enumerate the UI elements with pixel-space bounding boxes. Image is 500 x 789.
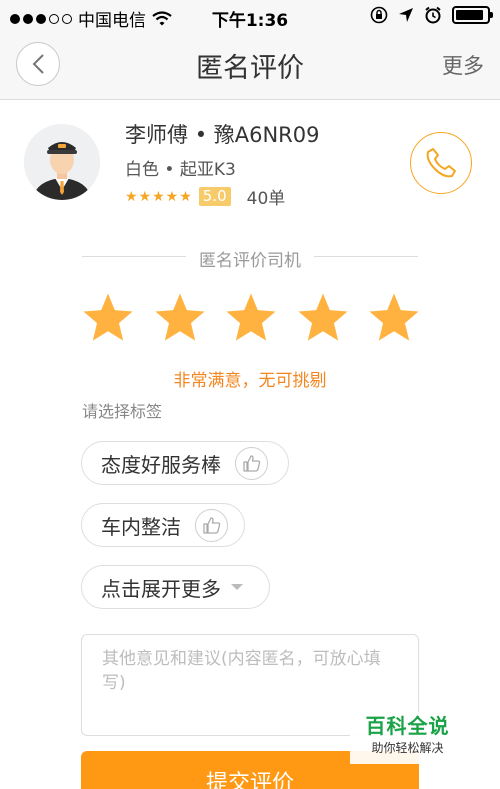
page-title: 匿名评价	[196, 53, 304, 84]
watermark-logo: 百科全说 助你轻松解决	[350, 712, 465, 764]
thumbs-up-icon	[195, 508, 228, 542]
car-model: 起亚K3	[179, 160, 236, 180]
driver-rating: ★★★★★ 5.0 40单	[125, 184, 285, 209]
tag-label: 态度好服务棒	[101, 452, 221, 477]
expand-more-label: 点击展开更多	[101, 576, 221, 601]
rating-section-divider: 匿名评价司机	[82, 246, 418, 271]
divider-line	[314, 256, 418, 257]
star-rating	[80, 290, 422, 348]
rating-result-text: 非常满意，无可挑剔	[173, 371, 327, 391]
watermark-title: 百科全说	[365, 714, 450, 738]
rotation-lock-icon	[370, 6, 388, 24]
separator-dot: •	[194, 123, 214, 147]
rating-star-5-icon[interactable]	[366, 290, 422, 346]
status-right	[370, 6, 493, 24]
caret-down-icon	[231, 584, 243, 590]
tag-good-service[interactable]: 态度好服务棒	[81, 441, 289, 485]
battery-icon	[452, 6, 493, 24]
driver-stars-icon: ★★★★★	[125, 188, 193, 205]
car-color: 白色	[125, 160, 159, 180]
driver-car-info: 白色 • 起亚K3	[125, 155, 236, 180]
rating-star-3-icon[interactable]	[223, 290, 279, 346]
tags-prompt: 请选择标签	[82, 402, 163, 421]
driver-avatar	[24, 124, 100, 200]
rating-star-2-icon[interactable]	[152, 290, 208, 346]
license-plate: 豫A6NR09	[213, 123, 320, 147]
driver-score-badge: 5.0	[198, 187, 231, 206]
battery-fill	[456, 10, 483, 20]
tag-label: 车内整洁	[101, 514, 181, 539]
driver-avatar-icon	[24, 124, 100, 200]
rating-section-label: 匿名评价司机	[199, 251, 301, 271]
rating-star-4-icon[interactable]	[295, 290, 351, 346]
separator-dot: •	[164, 160, 180, 180]
driver-title: 李师傅 • 豫A6NR09	[125, 119, 320, 149]
call-driver-button[interactable]	[410, 132, 472, 194]
thumbs-up-icon	[235, 446, 268, 480]
status-bar: 中国电信 下午1:36	[0, 0, 500, 34]
watermark-subtitle: 助你轻松解决	[371, 741, 444, 755]
nav-bar: 匿名评价 更多	[0, 34, 500, 100]
alarm-icon	[425, 6, 441, 24]
rating-star-1-icon[interactable]	[80, 290, 136, 346]
tag-clean-car[interactable]: 车内整洁	[81, 503, 245, 547]
driver-name: 李师傅	[125, 123, 188, 147]
expand-more-tags-button[interactable]: 点击展开更多	[81, 565, 270, 609]
more-button[interactable]: 更多	[442, 50, 484, 80]
driver-order-count: 40单	[246, 189, 286, 209]
phone-icon	[426, 148, 456, 178]
location-arrow-icon	[399, 8, 413, 22]
